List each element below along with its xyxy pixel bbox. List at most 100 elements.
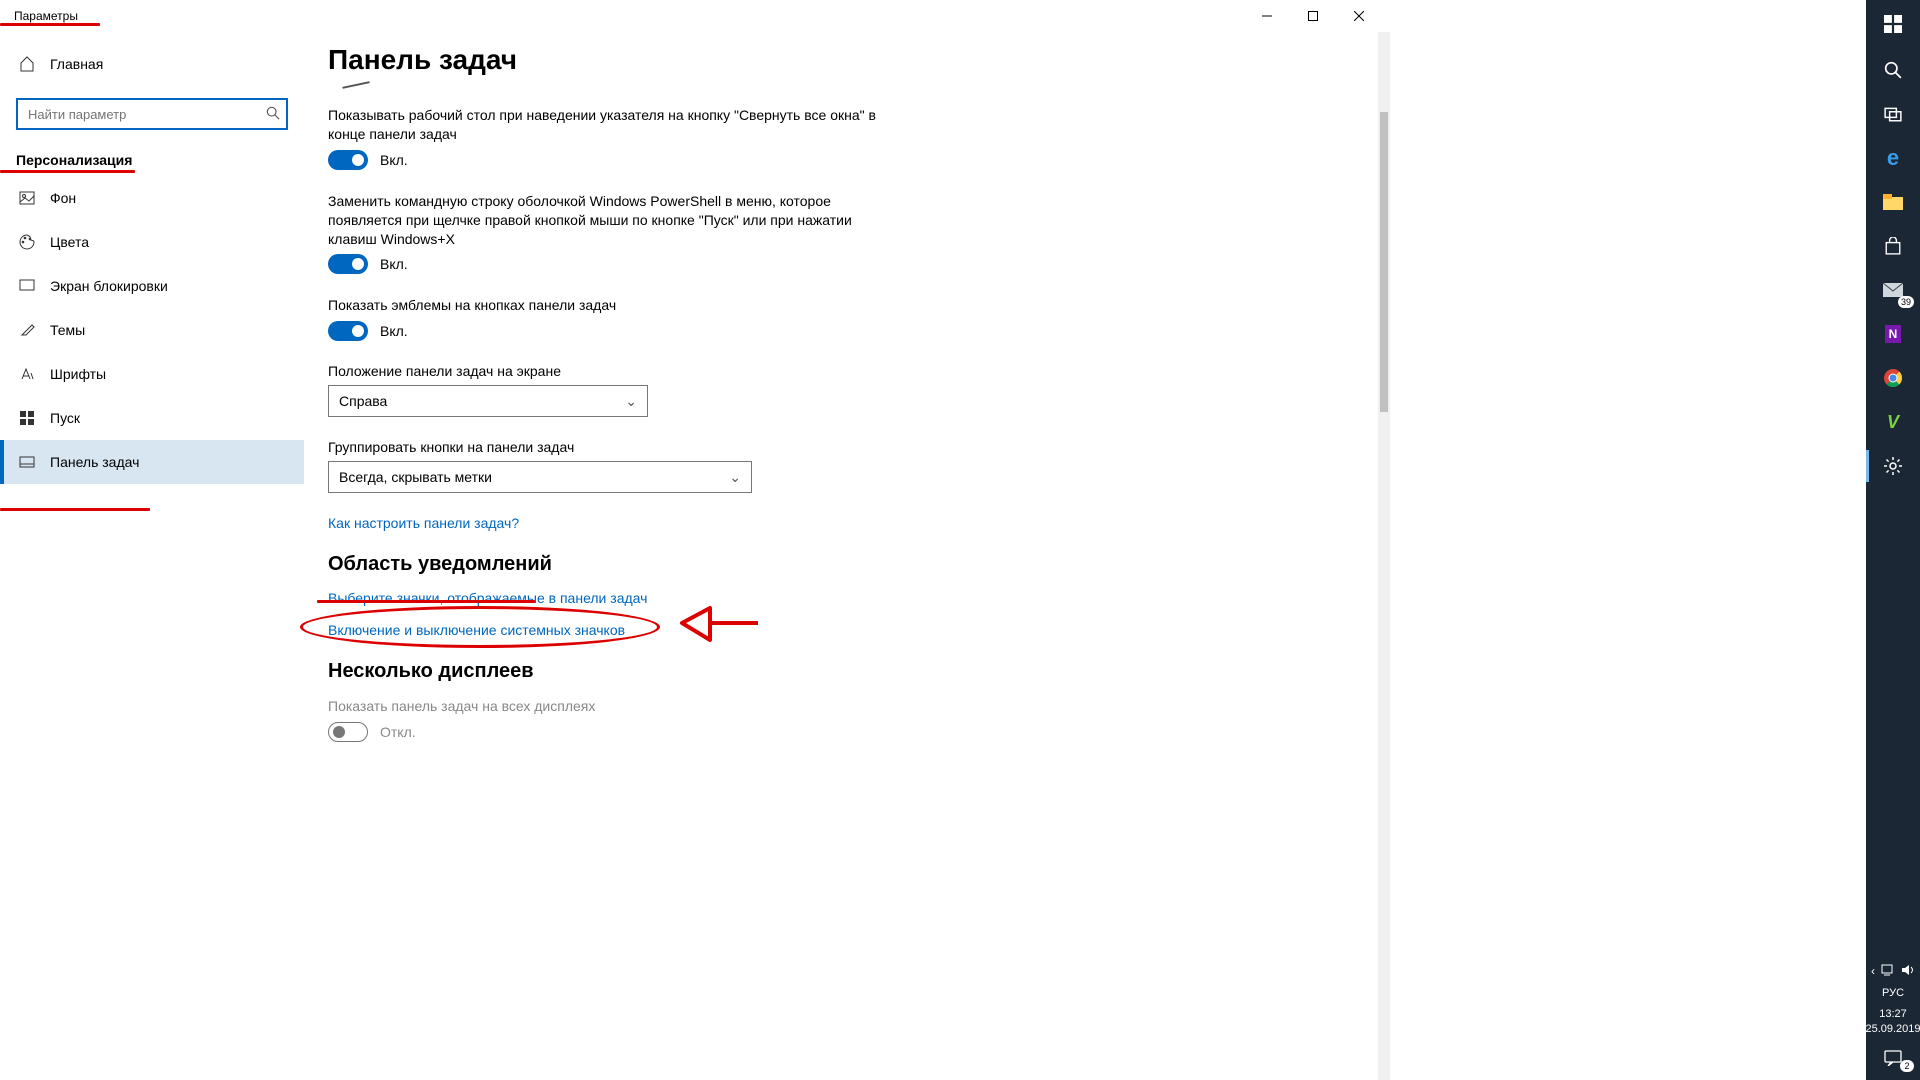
- tray-language[interactable]: РУС: [1882, 983, 1904, 1003]
- sidebar-item-label: Темы: [50, 322, 85, 338]
- toggle-state: Откл.: [380, 724, 416, 740]
- decorative-line: [342, 81, 370, 89]
- tray-action-center[interactable]: 2: [1866, 1040, 1920, 1076]
- toggle-powershell[interactable]: [328, 254, 368, 274]
- tray-network-icon[interactable]: [1881, 964, 1895, 979]
- home-icon: [18, 55, 36, 73]
- window-body: Главная Персонализация Фон Цвета Экран б…: [0, 32, 1390, 1080]
- annotation-underline: [0, 508, 150, 511]
- taskbar-edge[interactable]: e: [1866, 136, 1920, 180]
- start-button[interactable]: [1866, 0, 1920, 48]
- tray-volume-icon[interactable]: [1901, 964, 1915, 979]
- sidebar-item-fonts[interactable]: Шрифты: [0, 352, 304, 396]
- annotation-ellipse: [300, 606, 660, 648]
- chevron-down-icon: ⌄: [625, 393, 637, 410]
- setting-peek-desktop: Показывать рабочий стол при наведении ук…: [328, 106, 1362, 170]
- start-icon: [18, 409, 36, 427]
- tray-icons-row[interactable]: ‹: [1871, 960, 1915, 983]
- select-value: Всегда, скрывать метки: [339, 469, 492, 485]
- palette-icon: [18, 233, 36, 251]
- link-select-icons[interactable]: Выберите значки, отображаемые в панели з…: [328, 590, 647, 606]
- setting-powershell: Заменить командную строку оболочкой Wind…: [328, 192, 1362, 275]
- window-title: Параметры: [14, 9, 78, 23]
- taskbar-settings[interactable]: [1866, 444, 1920, 488]
- setting-label: Показать эмблемы на кнопках панели задач: [328, 296, 888, 315]
- taskbar-app-v[interactable]: V: [1866, 400, 1920, 444]
- setting-label: Показать панель задач на всех дисплеях: [328, 697, 888, 716]
- system-tray: ‹ РУС 13:27 25.09.2019 2: [1866, 960, 1920, 1080]
- setting-label: Заменить командную строку оболочкой Wind…: [328, 192, 888, 249]
- tray-date: 25.09.2019: [1865, 1022, 1920, 1036]
- sidebar: Главная Персонализация Фон Цвета Экран б…: [0, 32, 304, 1080]
- sidebar-home[interactable]: Главная: [0, 44, 304, 84]
- action-badge: 2: [1900, 1060, 1914, 1072]
- taskbar-onenote[interactable]: N: [1866, 312, 1920, 356]
- sidebar-item-label: Панель задач: [50, 454, 139, 470]
- toggle-state: Вкл.: [380, 323, 408, 339]
- sidebar-item-themes[interactable]: Темы: [0, 308, 304, 352]
- setting-position: Положение панели задач на экране Справа …: [328, 363, 1362, 417]
- lockscreen-icon: [18, 277, 36, 295]
- sidebar-item-label: Пуск: [50, 410, 80, 426]
- taskbar-search[interactable]: [1866, 48, 1920, 92]
- scrollbar-thumb[interactable]: [1380, 112, 1388, 412]
- sidebar-item-colors[interactable]: Цвета: [0, 220, 304, 264]
- chevron-down-icon: ⌄: [729, 469, 741, 486]
- sidebar-home-label: Главная: [50, 56, 103, 72]
- toggle-state: Вкл.: [380, 152, 408, 168]
- section-multidisplay: Несколько дисплеев: [328, 660, 1362, 683]
- link-help-taskbar[interactable]: Как настроить панели задач?: [328, 515, 519, 531]
- window-controls: [1244, 0, 1382, 32]
- select-label: Группировать кнопки на панели задач: [328, 439, 1362, 455]
- tray-clock[interactable]: 13:27 25.09.2019: [1865, 1003, 1920, 1040]
- sidebar-item-lockscreen[interactable]: Экран блокировки: [0, 264, 304, 308]
- minimize-button[interactable]: [1244, 0, 1290, 32]
- toggle-peek-desktop[interactable]: [328, 150, 368, 170]
- settings-window: Параметры Главная Персонализация Фон: [0, 0, 1390, 1080]
- select-label: Положение панели задач на экране: [328, 363, 1362, 379]
- annotation-arrow: [680, 596, 760, 655]
- maximize-button[interactable]: [1290, 0, 1336, 32]
- toggle-multidisplay: [328, 722, 368, 742]
- annotation-underline: [317, 600, 535, 603]
- brush-icon: [18, 321, 36, 339]
- taskbar-store[interactable]: [1866, 224, 1920, 268]
- font-icon: [18, 365, 36, 383]
- taskbar-icon: [18, 453, 36, 471]
- windows-taskbar: e 39 N V ‹ РУС 13:27 25.09.2019 2: [1866, 0, 1920, 1080]
- select-grouping[interactable]: Всегда, скрывать метки ⌄: [328, 461, 752, 493]
- taskbar-mail[interactable]: 39: [1866, 268, 1920, 312]
- scrollbar[interactable]: [1378, 32, 1390, 1080]
- mail-badge: 39: [1898, 296, 1914, 308]
- toggle-state: Вкл.: [380, 256, 408, 272]
- picture-icon: [18, 189, 36, 207]
- sidebar-item-start[interactable]: Пуск: [0, 396, 304, 440]
- tray-chevron-icon[interactable]: ‹: [1871, 964, 1875, 979]
- tray-time: 13:27: [1865, 1007, 1920, 1021]
- sidebar-item-label: Шрифты: [50, 366, 106, 382]
- annotation-underline: [0, 170, 135, 173]
- select-value: Справа: [339, 393, 387, 409]
- titlebar: Параметры: [0, 0, 1390, 32]
- search-wrap: [0, 84, 304, 140]
- sidebar-item-label: Цвета: [50, 234, 89, 250]
- toggle-badges[interactable]: [328, 321, 368, 341]
- sidebar-item-label: Экран блокировки: [50, 278, 168, 294]
- annotation-underline: [0, 23, 100, 26]
- content-area: Панель задач Показывать рабочий стол при…: [304, 32, 1390, 1080]
- taskbar-chrome[interactable]: [1866, 356, 1920, 400]
- search-input[interactable]: [16, 98, 288, 130]
- taskbar-taskview[interactable]: [1866, 92, 1920, 136]
- close-button[interactable]: [1336, 0, 1382, 32]
- sidebar-item-background[interactable]: Фон: [0, 176, 304, 220]
- setting-label: Показывать рабочий стол при наведении ук…: [328, 106, 888, 144]
- setting-badges: Показать эмблемы на кнопках панели задач…: [328, 296, 1362, 341]
- select-position[interactable]: Справа ⌄: [328, 385, 648, 417]
- setting-grouping: Группировать кнопки на панели задач Всег…: [328, 439, 1362, 493]
- page-title: Панель задач: [328, 44, 1362, 76]
- taskbar-explorer[interactable]: [1866, 180, 1920, 224]
- sidebar-item-taskbar[interactable]: Панель задач: [0, 440, 304, 484]
- sidebar-item-label: Фон: [50, 190, 76, 206]
- setting-multidisplay: Показать панель задач на всех дисплеях О…: [328, 697, 1362, 742]
- section-notifications: Область уведомлений: [328, 553, 1362, 576]
